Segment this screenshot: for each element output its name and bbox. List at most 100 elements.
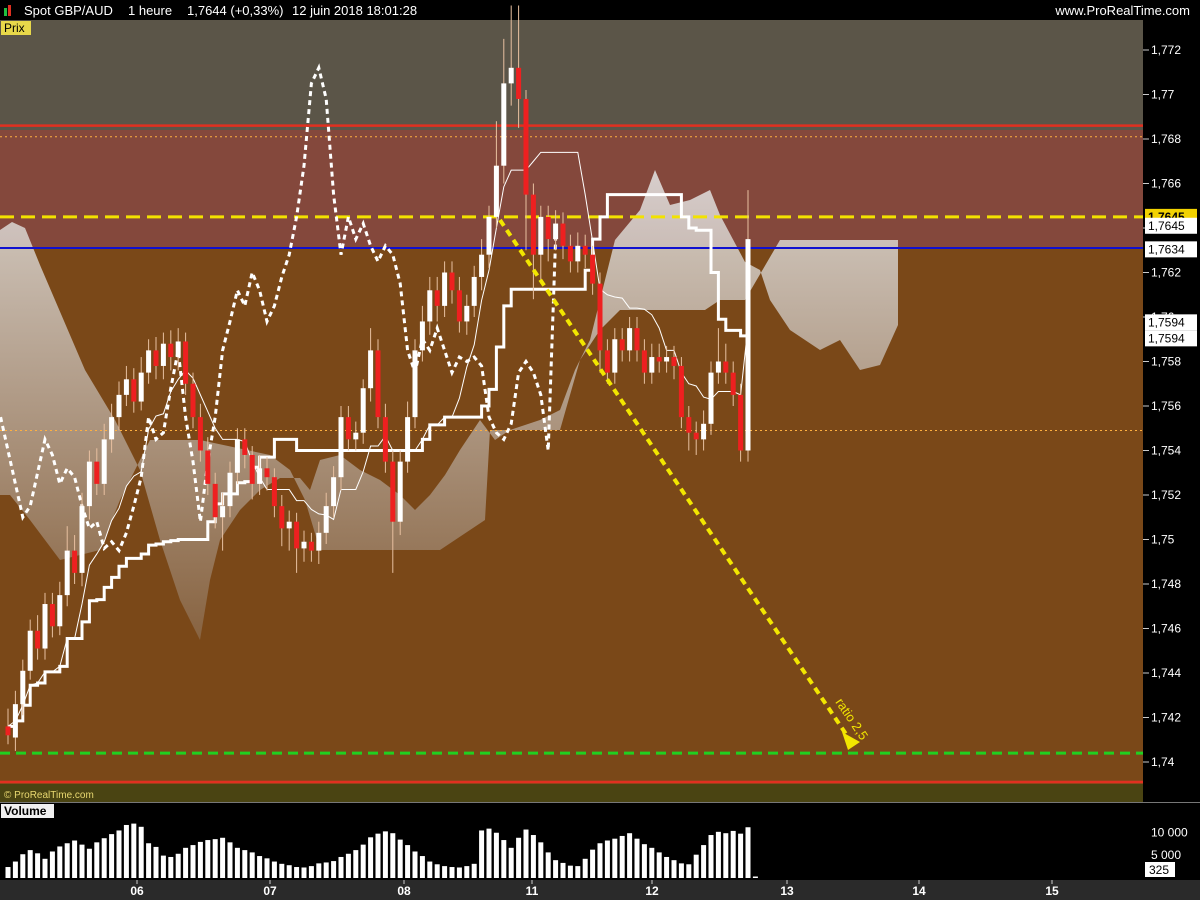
- volume-bar: [353, 850, 359, 878]
- volume-bar: [538, 842, 544, 878]
- candle-body: [723, 361, 729, 373]
- price-tag: 1,7594: [1148, 315, 1185, 329]
- volume-bar: [590, 849, 596, 878]
- volume-bar: [375, 833, 381, 878]
- candle-body: [42, 604, 48, 649]
- volume-bar: [190, 845, 196, 878]
- resistance-zone: [0, 130, 1143, 248]
- volume-bar: [27, 850, 33, 878]
- candle-body: [745, 239, 751, 451]
- volume-bar: [723, 833, 729, 878]
- x-tick-label: 14: [912, 884, 926, 898]
- candle-body: [190, 383, 196, 418]
- volume-bar: [582, 858, 588, 878]
- candle-body: [294, 521, 300, 549]
- volume-bar: [271, 861, 277, 878]
- volume-bar: [434, 864, 440, 878]
- candle-body: [12, 704, 18, 738]
- candle-body: [49, 604, 55, 627]
- volume-bar: [183, 847, 189, 878]
- volume-bar: [249, 852, 255, 878]
- price-tag: 1,7645: [1148, 219, 1185, 233]
- volume-bar: [442, 866, 448, 878]
- volume-bar: [664, 856, 670, 878]
- candle-body: [501, 83, 507, 166]
- candle-body: [464, 305, 470, 322]
- candle-body: [471, 276, 477, 306]
- volume-bar: [612, 838, 618, 878]
- volume-bar: [42, 858, 48, 878]
- volume-bar: [405, 845, 411, 878]
- volume-bar: [227, 842, 233, 878]
- volume-bar: [449, 867, 455, 878]
- volume-bar: [64, 843, 70, 878]
- volume-bar: [49, 851, 55, 878]
- candle-body: [567, 245, 573, 262]
- candle-body: [20, 670, 26, 705]
- candle-body: [35, 630, 41, 649]
- x-tick-label: 11: [526, 884, 539, 898]
- volume-bar: [20, 854, 26, 878]
- candle-body: [612, 339, 618, 373]
- candle-body: [449, 272, 455, 291]
- volume-tick-label: 5 000: [1151, 848, 1181, 862]
- candle-body: [183, 341, 189, 384]
- volume-tick-label: 10 000: [1151, 825, 1188, 839]
- y-tick-label: 1,752: [1151, 488, 1181, 502]
- volume-bar: [678, 863, 684, 878]
- candle-body: [175, 341, 181, 358]
- volume-bar: [331, 861, 337, 878]
- candle-body: [301, 541, 307, 549]
- volume-bar: [301, 867, 307, 878]
- volume-bar: [397, 839, 403, 878]
- volume-bar: [175, 853, 181, 878]
- y-tick-label: 1,742: [1151, 711, 1181, 725]
- candle-body: [390, 461, 396, 522]
- volume-bar: [671, 860, 677, 878]
- volume-bar: [567, 865, 573, 878]
- volume-bar: [730, 830, 736, 878]
- price-tag: 1,7634: [1148, 242, 1185, 256]
- price-background: [0, 20, 1143, 802]
- candle-body: [715, 361, 721, 373]
- candle-body: [249, 454, 255, 484]
- volume-bar: [575, 866, 581, 878]
- candle-body: [456, 290, 462, 322]
- candle-body: [197, 417, 203, 451]
- volume-bar: [257, 856, 263, 878]
- candle-body: [271, 477, 277, 507]
- candle-body: [168, 343, 174, 358]
- y-tick-label: 1,746: [1151, 622, 1181, 636]
- candle-body: [257, 468, 263, 484]
- volume-bar: [708, 835, 714, 878]
- volume-bar: [264, 858, 270, 878]
- volume-bar: [501, 840, 507, 878]
- volume-bar: [86, 848, 92, 878]
- volume-bar: [72, 840, 78, 878]
- chart-area[interactable]: ratio 2,5 Prix © ProRealTime.com 1,7721,…: [0, 0, 1200, 900]
- candle-body: [693, 432, 699, 440]
- candle-body: [738, 394, 744, 451]
- candle-body: [545, 216, 551, 240]
- watermark: © ProRealTime.com: [4, 790, 94, 801]
- candle-body: [242, 439, 248, 455]
- volume-bar: [368, 837, 374, 878]
- candle-body: [331, 477, 337, 507]
- candle-body: [353, 432, 359, 440]
- volume-bar: [619, 835, 625, 878]
- volume-bar: [234, 847, 240, 878]
- candle-body: [27, 630, 33, 671]
- candle-body: [220, 506, 226, 518]
- candle-body: [382, 417, 388, 462]
- candle-body: [523, 98, 529, 195]
- volume-bar: [212, 839, 218, 878]
- volume-bar: [560, 862, 566, 878]
- volume-bar: [153, 846, 159, 878]
- candle-body: [279, 506, 285, 529]
- candle-body: [360, 388, 366, 433]
- candle-body: [86, 461, 92, 507]
- volume-bar: [12, 861, 18, 878]
- volume-bar: [745, 827, 751, 878]
- volume-bar: [634, 838, 640, 878]
- price-panel-label: Prix: [4, 21, 25, 35]
